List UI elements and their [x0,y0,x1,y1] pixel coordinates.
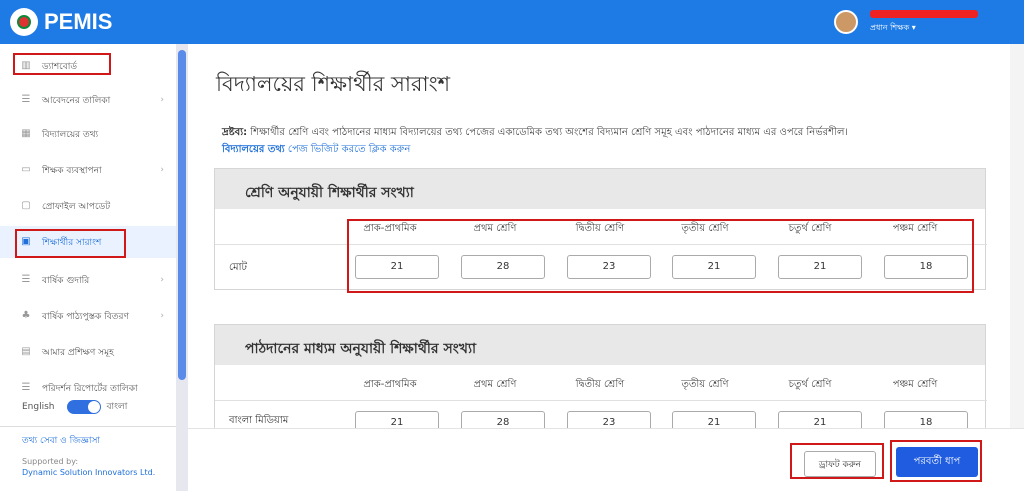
col-header: দ্বিতীয় শ্রেণি [575,379,625,390]
list-icon: ☰ [21,94,31,105]
main-scrollbar[interactable] [1010,44,1024,491]
lang-english-label: English [22,401,55,412]
sidebar-item-label: শিক্ষক ব্যবস্থাপনা [42,165,102,176]
sidebar-item-teachers[interactable]: ▭ শিক্ষক ব্যবস্থাপনা › [0,154,176,186]
list-icon: ☰ [21,274,31,285]
sidebar-item-label: পরিদর্শন রিপোর্টের তালিকা [42,383,138,394]
col-header: পঞ্চম শ্রেণি [892,379,938,390]
sidebar-item-applications[interactable]: ☰ আবেদনের তালিকা › [0,84,176,116]
sidebar-item-label: বার্ষিক পাঠ্যপুস্তক বিতরণ [42,311,129,322]
highlight-box [13,53,111,75]
sidebar-item-label: বার্ষিক গুদারি [42,275,90,286]
chevron-right-icon: › [160,275,164,285]
supported-by-label: Supported by: [22,457,79,466]
sidebar-footer: তথ্য সেবা ও জিজ্ঞাসা Supported by: Dynam… [0,426,176,491]
sidebar-item-training[interactable]: ▤ আমার প্রশিক্ষণ সমূহ [0,336,176,368]
app-logo[interactable]: PEMIS [10,8,112,36]
user-role: প্রধান শিক্ষক [870,23,910,32]
lang-bangla-label: বাংলা [106,402,128,412]
building-icon: ▦ [21,128,31,139]
sidebar-scrollbar[interactable] [176,44,188,491]
highlight-box [347,219,974,293]
section-title: শ্রেণি অনুযায়ী শিক্ষার্থীর সংখ্যা [215,169,985,209]
chevron-right-icon: › [160,95,164,105]
scrollbar-thumb[interactable] [178,50,186,380]
user-name-redacted [870,10,978,18]
training-icon: ▤ [21,346,31,357]
page-title: বিদ্যালয়ের শিক্ষার্থীর সারাংশ [216,72,451,96]
language-toggle[interactable] [66,399,101,414]
highlight-box [790,443,884,479]
col-header: তৃতীয় শ্রেণি [681,379,729,390]
avatar[interactable] [834,9,858,34]
sidebar-item-annual[interactable]: ☰ বার্ষিক গুদারি › [0,264,176,296]
section-title: পাঠদানের মাধ্যম অনুযায়ী শিক্ষার্থীর সংখ… [215,325,985,365]
highlight-box [15,229,126,258]
sidebar-item-school-info[interactable]: ▦ বিদ্যালয়ের তথ্য [0,118,176,150]
profile-icon: ▢ [21,200,31,211]
sidebar-item-label: আমার প্রশিক্ষণ সমূহ [42,347,114,358]
sidebar-item-profile[interactable]: ▢ প্রোফাইল আপডেট [0,190,176,222]
language-switch: English বাংলা [22,399,127,414]
list-icon: ☰ [21,382,31,393]
sidebar: ▥ ড্যাশবোর্ড ☰ আবেদনের তালিকা › ▦ বিদ্যা… [0,44,176,491]
note-text: শিক্ষার্থীর শ্রেণি এবং পাঠদানের মাধ্যম ব… [250,127,848,138]
col-header: প্রাক-প্রাথমিক [363,379,417,390]
help-link[interactable]: তথ্য সেবা ও জিজ্ঞাসা [22,433,176,448]
chevron-down-icon[interactable]: ▾ [912,23,916,32]
sidebar-item-textbook[interactable]: ♣ বার্ষিক পাঠ্যপুস্তক বিতরণ › [0,300,176,332]
highlight-box [890,440,982,482]
teacher-icon: ▭ [21,164,31,175]
sidebar-item-label: আবেদনের তালিকা [42,95,111,106]
user-menu[interactable]: প্রধান শিক্ষক ▾ [834,8,978,35]
row-label: মোট [229,262,247,273]
chevron-right-icon: › [160,311,164,321]
note: দ্রষ্টব্য: শিক্ষার্থীর শ্রেণি এবং পাঠদান… [222,124,1012,158]
emblem-icon [10,8,38,36]
note-label: দ্রষ্টব্য: [222,127,248,138]
company-link[interactable]: Dynamic Solution Innovators Ltd. [22,468,176,477]
app-name: PEMIS [44,9,113,34]
col-header: প্রথম শ্রেণি [473,379,517,390]
col-header: চতুর্থ শ্রেণি [788,379,832,390]
chevron-right-icon: › [160,165,164,175]
school-info-link[interactable]: বিদ্যালয়ের তথ্য [222,144,285,155]
book-icon: ♣ [21,310,31,321]
sidebar-item-label: বিদ্যালয়ের তথ্য [42,129,99,140]
top-bar: PEMIS প্রধান শিক্ষক ▾ [0,0,1024,44]
note-link-suffix[interactable]: পেজ ভিজিট করতে ক্লিক করুন [288,144,410,155]
sidebar-item-label: প্রোফাইল আপডেট [42,201,111,212]
